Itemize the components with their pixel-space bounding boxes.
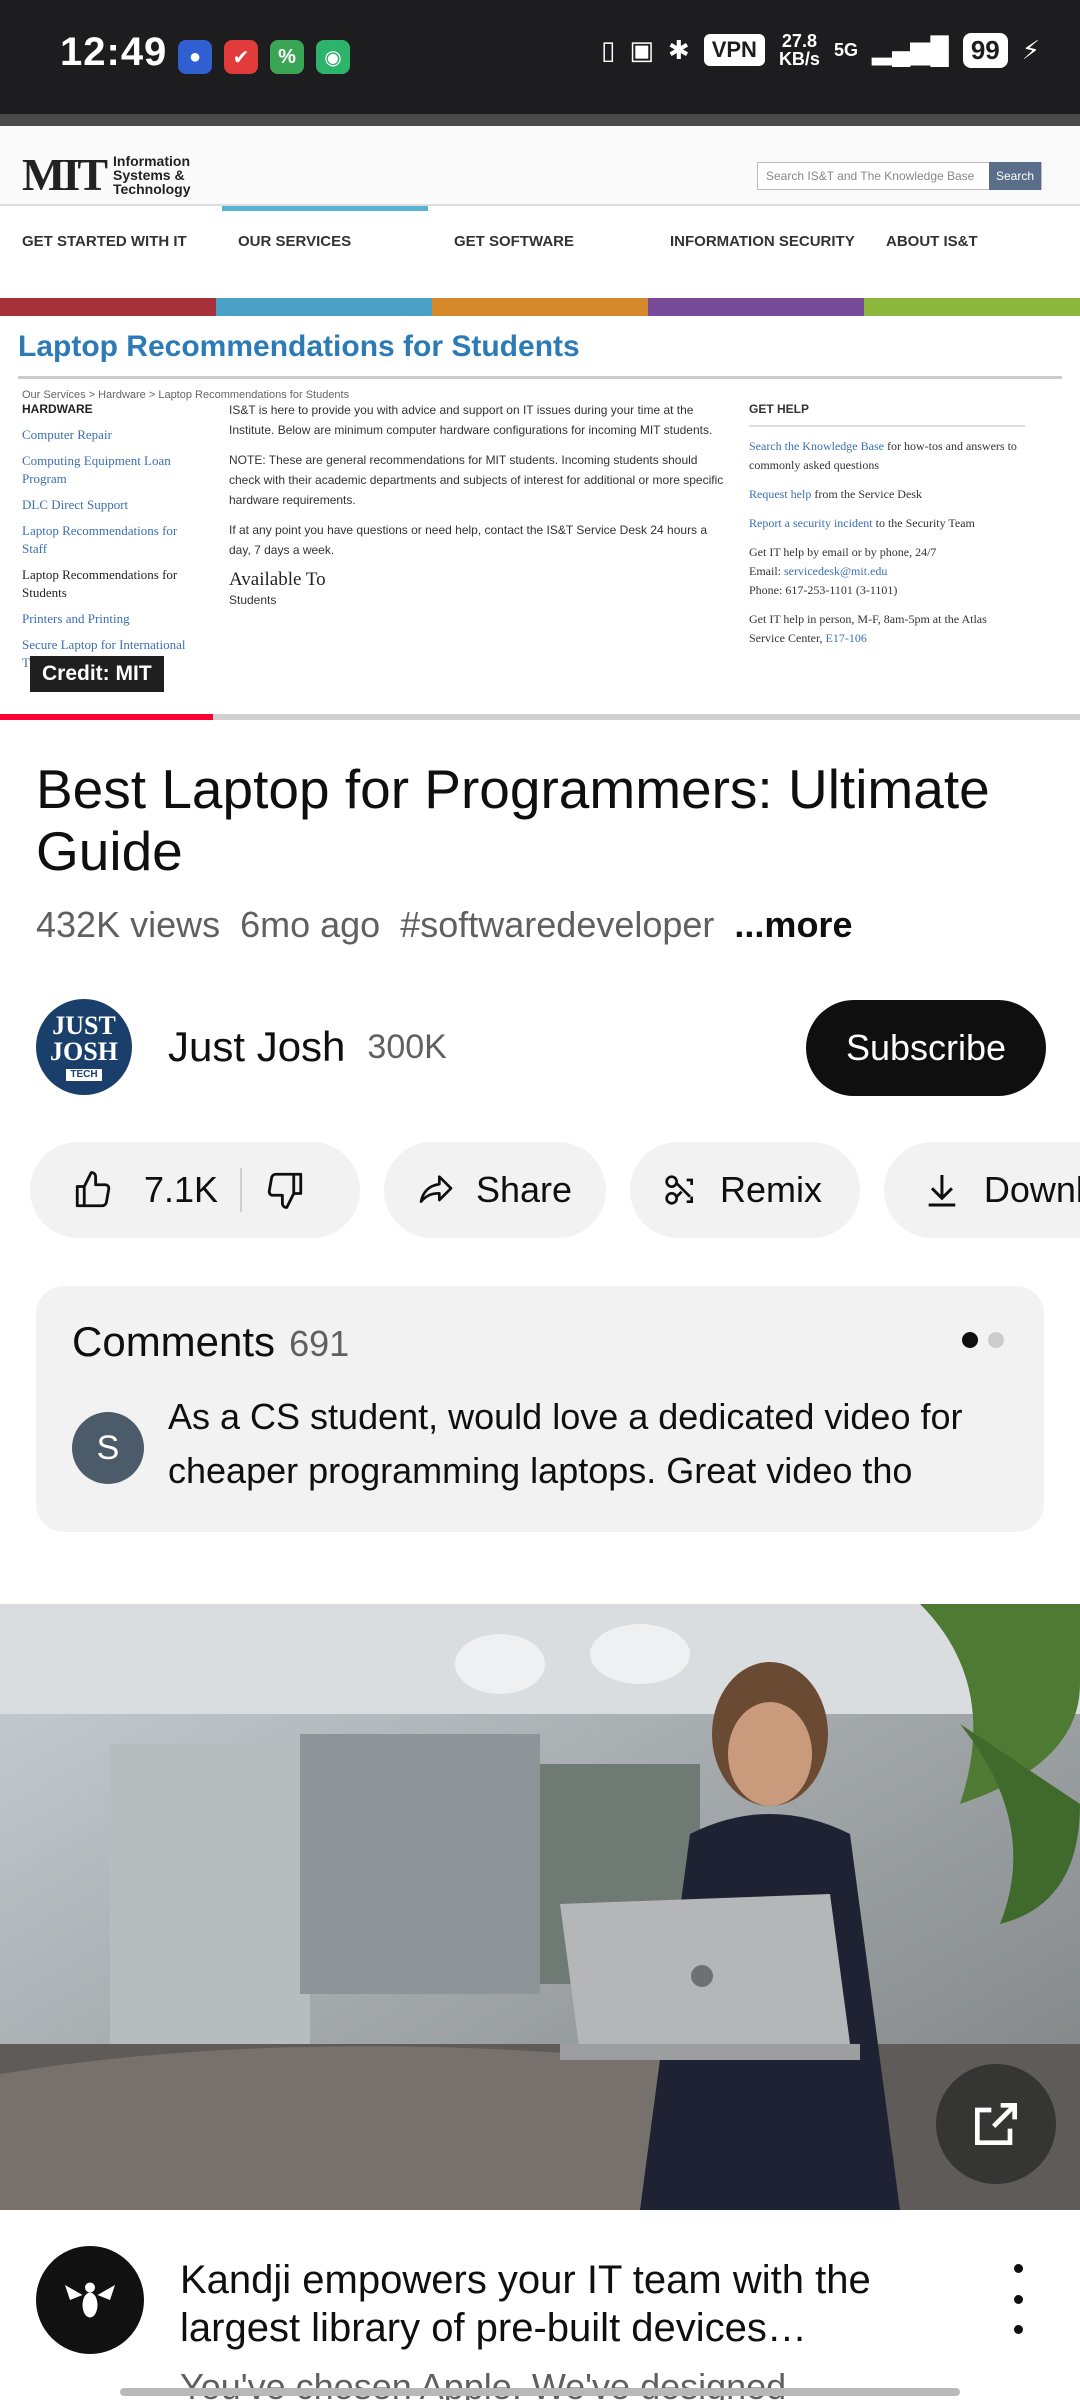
remix-icon <box>665 1175 693 1205</box>
video-progress-fill <box>0 714 213 720</box>
app-notification-icon: % <box>270 40 304 74</box>
webpage-help: GET HELP Search the Knowledge Base for h… <box>725 400 1025 680</box>
upload-age: 6mo ago <box>240 904 381 945</box>
subscribe-button[interactable]: Subscribe <box>806 1000 1046 1096</box>
profile-icon: ▣ <box>629 34 654 65</box>
webpage-nav-item: Our Services <box>238 233 352 250</box>
share-icon <box>419 1175 453 1203</box>
subscriber-count: 300K <box>367 1027 447 1066</box>
video-progress-bar[interactable] <box>0 714 1080 720</box>
webpage-nav-item: Get Started with IT <box>22 233 187 250</box>
channel-row[interactable]: JUST JOSH TECH Just Josh 300K Subscribe <box>36 998 1046 1096</box>
home-indicator[interactable] <box>120 2388 960 2396</box>
video-title[interactable]: Best Laptop for Programmers: Ultimate Gu… <box>36 758 1046 882</box>
charging-icon: ⚡ <box>1021 34 1040 65</box>
network-speed: 27.8 KB/s <box>778 31 820 69</box>
status-icons: ▯ ▣ ✱ VPN 27.8 KB/s 5G ▂▄▆█ 99 ⚡ <box>601 32 1040 68</box>
signal-icon: ▂▄▆█ <box>871 34 949 65</box>
dislike-button[interactable] <box>264 1169 306 1211</box>
webpage-header: MIT Information Systems & Technology Sea… <box>0 126 1080 206</box>
app-notification-icon: ✔ <box>224 40 258 74</box>
comments-count: 691 <box>289 1323 350 1364</box>
download-icon <box>928 1175 956 1207</box>
ad-media[interactable] <box>0 1604 1080 2210</box>
channel-avatar[interactable]: JUST JOSH TECH <box>36 999 132 1095</box>
vpn-badge: VPN <box>703 34 765 66</box>
download-button[interactable]: Download <box>884 1142 1080 1238</box>
like-dislike-group: 7.1K <box>30 1142 360 1238</box>
webpage-topbar <box>0 114 1080 126</box>
action-bar: 7.1K Share Remix Download <box>30 1142 1080 1238</box>
hashtag-link[interactable]: #softwaredeveloper <box>400 904 714 946</box>
remix-button[interactable]: Remix <box>630 1142 860 1238</box>
webpage-color-bar <box>0 298 1080 316</box>
webpage-search: Search IS&T and The Knowledge Base Searc… <box>757 162 1042 190</box>
webpage-nav-item: About IS&T <box>886 233 978 250</box>
webpage-breadcrumb: Our Services > Hardware > Laptop Recomme… <box>22 389 350 401</box>
bluetooth-icon: ✱ <box>667 34 690 65</box>
more-link[interactable]: ...more <box>734 904 852 946</box>
battery-level: 99 <box>962 32 1008 68</box>
webpage-main: IS&T is here to provide you with advice … <box>229 403 724 607</box>
credit-label: Credit: MIT <box>30 656 164 692</box>
clock: 12:49 <box>60 30 168 74</box>
webpage-body: HARDWARE Computer Repair Computing Equip… <box>0 400 1080 680</box>
app-notification-icon: ● <box>178 40 212 74</box>
comments-heading: Comments 691 <box>72 1318 350 1365</box>
notification-icons: ● ✔ % ◉ <box>178 40 350 74</box>
like-button[interactable]: 7.1K <box>72 1169 218 1211</box>
comments-card[interactable]: Comments 691 S As a CS student, would lov… <box>36 1286 1044 1532</box>
mit-logo: MIT Information Systems & Technology <box>22 149 191 200</box>
open-external-icon <box>975 2103 1017 2145</box>
webpage-nav: Get Started with IT Our Services Get Sof… <box>0 206 1080 298</box>
video-meta[interactable]: 432K views 6mo ago #softwaredeveloper ..… <box>36 904 852 946</box>
hotspot-notification-icon: ◉ <box>316 40 350 74</box>
more-options-button[interactable] <box>998 2264 1038 2334</box>
carousel-dots <box>962 1332 1004 1348</box>
webpage-search-button: Search <box>989 162 1041 190</box>
view-count: 432K views <box>36 904 221 945</box>
vibrate-icon: ▯ <box>601 34 616 65</box>
status-bar: 12:49 ● ✔ % ◉ ▯ ▣ ✱ VPN 27.8 KB/s 5G ▂▄▆█… <box>0 0 1080 114</box>
advertiser-logo[interactable] <box>36 2246 144 2354</box>
ad-info-row[interactable]: Kandji empowers your IT team with the la… <box>36 2246 1046 2400</box>
thumbs-down-icon <box>267 1172 303 1209</box>
share-button[interactable]: Share <box>384 1142 606 1238</box>
ad-photo <box>0 1604 1080 2210</box>
webpage-nav-item: Get Software <box>454 233 574 250</box>
network-type: 5G <box>833 39 858 60</box>
commenter-avatar: S <box>72 1412 144 1484</box>
open-external-button[interactable] <box>936 2064 1056 2184</box>
ad-title[interactable]: Kandji empowers your IT team with the la… <box>180 2256 980 2352</box>
webpage-sidebar: HARDWARE Computer Repair Computing Equip… <box>22 402 186 670</box>
top-comment-text: As a CS student, would love a dedicated … <box>168 1396 963 1491</box>
webpage-heading: Laptop Recommendations for Students <box>18 330 580 363</box>
webpage-nav-item: Information Security <box>670 233 855 250</box>
like-count: 7.1K <box>144 1169 219 1210</box>
thumbs-up-icon <box>75 1171 111 1208</box>
video-player[interactable]: MIT Information Systems & Technology Sea… <box>0 114 1080 720</box>
bee-icon <box>65 2282 115 2318</box>
channel-name[interactable]: Just Josh <box>168 1023 345 1071</box>
